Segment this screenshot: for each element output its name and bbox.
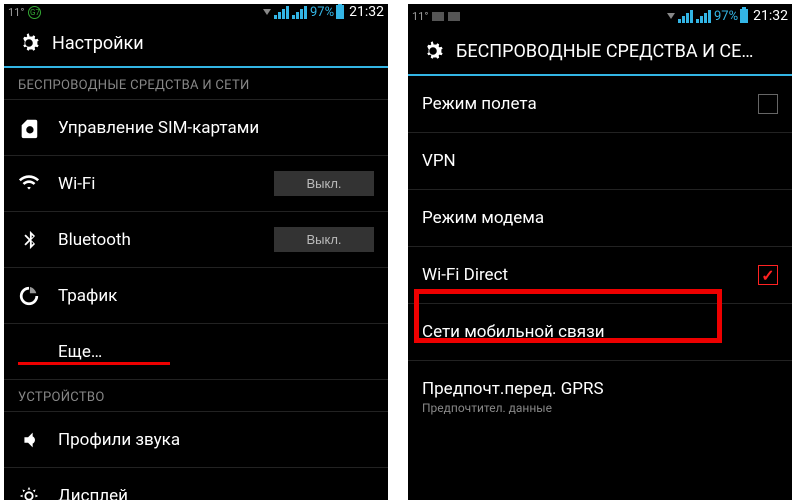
sim-icon (18, 117, 50, 139)
section-wireless: БЕСПРОВОДНЫЕ СРЕДСТВА И СЕТИ (4, 68, 388, 100)
status-notif-icon-2 (448, 12, 460, 21)
battery-percent: 97% (310, 5, 334, 20)
bluetooth-icon (18, 229, 50, 251)
wifi-direct-checkbox[interactable] (758, 265, 778, 285)
highlight-underline (18, 362, 170, 365)
item-sim-management[interactable]: Управление SIM-картами (4, 100, 388, 156)
item-label: Сети мобильной связи (422, 322, 778, 342)
gear-icon (16, 30, 42, 56)
status-temp: 11° (8, 6, 24, 19)
item-traffic[interactable]: Трафик (4, 268, 388, 324)
status-clock: 21:32 (753, 8, 788, 24)
item-vpn[interactable]: VPN (408, 133, 792, 190)
phone-left-settings: 11° G7 97% 21:32 Настройки БЕСПРОВОДНЫЕ … (4, 4, 388, 500)
item-mobile-networks[interactable]: Сети мобильной связи (408, 304, 792, 361)
airplane-checkbox[interactable] (758, 94, 778, 114)
item-label: Управление SIM-картами (58, 118, 374, 138)
item-label: Дисплей (58, 486, 374, 500)
item-bluetooth[interactable]: Bluetooth Выкл. (4, 212, 388, 268)
battery-icon (336, 5, 344, 19)
battery-icon (740, 9, 748, 23)
item-airplane-mode[interactable]: Режим полета (408, 76, 792, 133)
item-label: Wi-Fi Direct (422, 265, 758, 285)
item-label: Профили звука (58, 430, 374, 450)
status-clock: 21:32 (349, 4, 384, 20)
item-label: Wi-Fi (58, 174, 274, 194)
battery-percent: 97% (714, 9, 738, 24)
item-label: Режим модема (422, 208, 778, 228)
gear-icon (420, 38, 446, 64)
status-temp: 11° (412, 10, 428, 23)
item-label: Трафик (58, 286, 374, 306)
item-gprs-preference[interactable]: Предпочт.перед. GPRS Предпочтител. данны… (408, 361, 792, 433)
wifi-icon (18, 173, 50, 195)
download-icon (263, 9, 271, 15)
item-label: Еще… (58, 342, 374, 362)
battery-indicator: 97% (310, 5, 344, 20)
wireless-list: Режим полета VPN Режим модема Wi-Fi Dire… (408, 76, 792, 500)
header: БЕСПРОВОДНЫЕ СРЕДСТВА И СЕ… (408, 28, 792, 76)
item-label: Bluetooth (58, 230, 274, 250)
wifi-toggle[interactable]: Выкл. (274, 171, 374, 196)
status-bar: 11° G7 97% 21:32 (4, 4, 388, 20)
battery-indicator: 97% (714, 9, 748, 24)
signal-icon-2 (696, 9, 711, 23)
item-sound-profiles[interactable]: Профили звука (4, 412, 388, 468)
page-title: БЕСПРОВОДНЫЕ СРЕДСТВА И СЕ… (456, 41, 753, 62)
signal-icon-2 (292, 5, 307, 19)
download-icon (667, 13, 675, 19)
signal-icon (274, 5, 289, 19)
display-icon (18, 485, 50, 500)
item-more[interactable]: Еще… (4, 324, 388, 380)
phone-right-wireless: 11° 97% 21:32 БЕСПРОВОДНЫЕ СРЕДСТВА И СЕ… (408, 4, 792, 500)
status-notif-icon (432, 12, 444, 21)
status-circle-icon: G7 (28, 6, 41, 19)
item-wifi-direct[interactable]: Wi-Fi Direct (408, 247, 792, 304)
header: Настройки (4, 20, 388, 68)
status-bar: 11° 97% 21:32 (408, 4, 792, 28)
settings-list: БЕСПРОВОДНЫЕ СРЕДСТВА И СЕТИ Управление … (4, 68, 388, 500)
item-wifi[interactable]: Wi-Fi Выкл. (4, 156, 388, 212)
signal-icon (678, 9, 693, 23)
item-display[interactable]: Дисплей (4, 468, 388, 500)
sound-icon (18, 429, 50, 451)
section-device: УСТРОЙСТВО (4, 380, 388, 412)
item-label: Режим полета (422, 94, 758, 114)
item-label: Предпочт.перед. GPRS (422, 379, 778, 399)
item-tethering[interactable]: Режим модема (408, 190, 792, 247)
item-sublabel: Предпочтител. данные (422, 401, 778, 415)
page-title: Настройки (52, 33, 144, 54)
item-label: VPN (422, 151, 778, 171)
data-usage-icon (18, 285, 50, 307)
bluetooth-toggle[interactable]: Выкл. (274, 227, 374, 252)
